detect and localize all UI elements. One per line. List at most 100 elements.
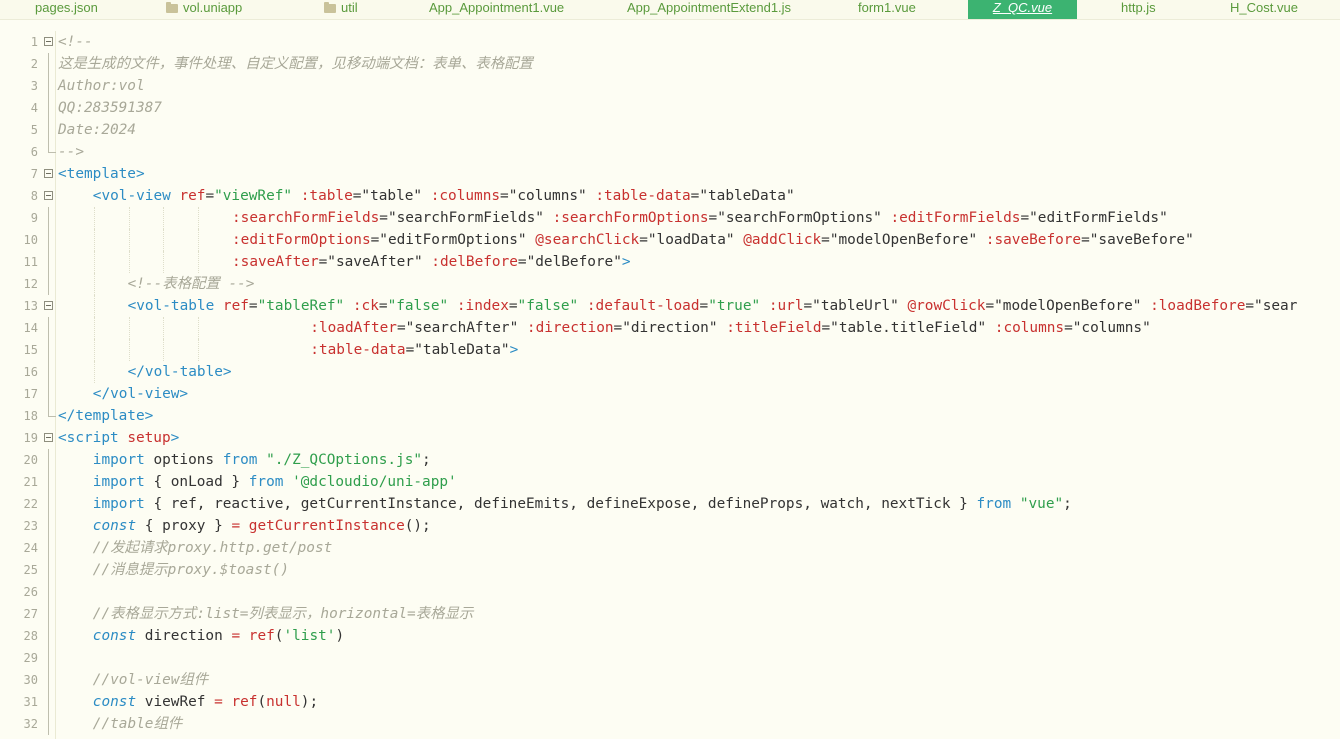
line-number: 23	[23, 519, 38, 533]
code-line[interactable]: 11:saveAfter="saveAfter" :delBefore="del…	[0, 251, 1340, 273]
code-line[interactable]: 10:editFormOptions="editFormOptions" @se…	[0, 229, 1340, 251]
code-text: <!--表格配置 -->	[128, 273, 255, 295]
code-token: ref	[231, 694, 258, 710]
line-number: 15	[23, 343, 38, 357]
fold-toggle-icon[interactable]	[44, 301, 53, 310]
tab-pages-json[interactable]: pages.json	[35, 0, 98, 19]
code-line[interactable]: 3 Author:vol	[0, 75, 1340, 97]
tab-http-js[interactable]: http.js	[1121, 0, 1156, 19]
code-line[interactable]: 20 import options from "./Z_QCOptions.js"…	[0, 449, 1340, 471]
code-token: "viewRef"	[214, 188, 293, 204]
code-token: ="searchFormFields"	[379, 210, 553, 226]
tab-z-qc-active[interactable]: Z_QC.vue	[968, 0, 1077, 19]
fold-guide	[48, 53, 49, 75]
code-line[interactable]: 13 <vol-table ref="tableRef" :ck="false" …	[0, 295, 1340, 317]
fold-guide	[48, 471, 49, 493]
code-token: >	[509, 342, 519, 358]
code-token: const	[92, 518, 137, 534]
code-token: ="table"	[352, 188, 431, 204]
code-line[interactable]: 31 const viewRef = ref(null);	[0, 691, 1340, 713]
line-number: 27	[23, 607, 38, 621]
code-token: "true"	[708, 298, 761, 314]
code-text: //发起请求proxy.http.get/post	[93, 537, 333, 559]
fold-guide	[48, 119, 49, 141]
line-number: 19	[23, 431, 38, 445]
fold-guide	[48, 603, 49, 625]
code-token: :saveBefore	[985, 232, 1082, 248]
code-token: :index	[456, 298, 509, 314]
code-line[interactable]: 21 import { onLoad } from '@dcloudio/uni-…	[0, 471, 1340, 493]
code-line[interactable]: 2 这是生成的文件，事件处理、自定义配置，见移动端文档：表单、表格配置	[0, 53, 1340, 75]
fold-toggle-icon[interactable]	[44, 433, 53, 442]
code-text: //表格显示方式:list=列表显示，horizontal=表格显示	[93, 603, 473, 625]
code-token: <script	[58, 430, 128, 446]
code-line[interactable]: 18 </template>	[0, 405, 1340, 427]
code-line[interactable]: 7 <template>	[0, 163, 1340, 185]
code-text: :saveAfter="saveAfter" :delBefore="delBe…	[232, 251, 631, 273]
code-line[interactable]: 23 const { proxy } = getCurrentInstance()…	[0, 515, 1340, 537]
line-number: 18	[23, 409, 38, 423]
code-line[interactable]: 9:searchFormFields="searchFormFields" :s…	[0, 207, 1340, 229]
code-token: "tableRef"	[257, 298, 345, 314]
tab-app-appointment1[interactable]: App_Appointment1.vue	[429, 0, 564, 19]
code-line[interactable]: 12 <!--表格配置 -->	[0, 273, 1340, 295]
code-editor[interactable]: 1 <!-- 2 这是生成的文件，事件处理、自定义配置，见移动端文档：表单、表格配置 3…	[0, 31, 1340, 739]
code-line[interactable]: 27 //表格显示方式:list=列表显示，horizontal=表格显示	[0, 603, 1340, 625]
line-number: 12	[23, 277, 38, 291]
code-text: const direction = ref('list')	[93, 625, 344, 647]
code-line[interactable]: 8 <vol-view ref="viewRef" :table="table" …	[0, 185, 1340, 207]
code-line[interactable]: 4 QQ:283591387	[0, 97, 1340, 119]
indent-guide	[163, 207, 165, 229]
code-line[interactable]: 22 import { ref, reactive, getCurrentInst…	[0, 493, 1340, 515]
indent-guide	[93, 317, 95, 339]
folder-icon	[324, 2, 336, 13]
fold-toggle-icon[interactable]	[44, 37, 53, 46]
code-token: @addClick	[743, 232, 822, 248]
tab-vol-uniapp[interactable]: vol.uniapp	[166, 0, 242, 19]
code-token: setup	[127, 430, 171, 446]
code-line[interactable]: 32 //table组件	[0, 713, 1340, 735]
line-number: 30	[23, 673, 38, 687]
tab-h-cost[interactable]: H_Cost.vue	[1230, 0, 1298, 19]
code-token: <vol-view	[92, 188, 180, 204]
code-token: ="searchAfter"	[396, 320, 527, 336]
code-line[interactable]: 16 </vol-table>	[0, 361, 1340, 383]
code-line[interactable]: 26	[0, 581, 1340, 603]
code-text: const { proxy } = getCurrentInstance();	[93, 515, 431, 537]
line-number: 31	[23, 695, 38, 709]
code-text: QQ:283591387	[58, 97, 162, 119]
code-line[interactable]: 24 //发起请求proxy.http.get/post	[0, 537, 1340, 559]
code-token: getCurrentInstance	[248, 518, 405, 534]
code-token: ="modelOpenBefore"	[821, 232, 986, 248]
code-token: ="saveAfter"	[318, 254, 432, 270]
indent-guide	[198, 339, 200, 361]
code-line[interactable]: 29	[0, 647, 1340, 669]
code-token: :editFormFields	[890, 210, 1021, 226]
code-line[interactable]: 30 //vol-view组件	[0, 669, 1340, 691]
indent-guide	[163, 339, 165, 361]
code-line[interactable]: 14:loadAfter="searchAfter" :direction="d…	[0, 317, 1340, 339]
fold-toggle-icon[interactable]	[44, 191, 53, 200]
indent-guide	[163, 229, 165, 251]
code-line[interactable]: 17 </vol-view>	[0, 383, 1340, 405]
code-line[interactable]: 28 const direction = ref('list')	[0, 625, 1340, 647]
code-line[interactable]: 25 //消息提示proxy.$toast()	[0, 559, 1340, 581]
tab-form1[interactable]: form1.vue	[858, 0, 916, 19]
indent-guide	[163, 251, 165, 273]
line-number: 5	[30, 123, 38, 137]
code-line[interactable]: 15:table-data="tableData">	[0, 339, 1340, 361]
line-number: 20	[23, 453, 38, 467]
code-token: 'list'	[283, 628, 336, 644]
tab-app-appointment-extend1[interactable]: App_AppointmentExtend1.js	[627, 0, 791, 19]
code-text: import { ref, reactive, getCurrentInstan…	[93, 493, 1072, 515]
code-line[interactable]: 1 <!--	[0, 31, 1340, 53]
code-line[interactable]: 5 Date:2024	[0, 119, 1340, 141]
code-line[interactable]: 6 -->	[0, 141, 1340, 163]
tab-util[interactable]: util	[324, 0, 358, 19]
code-token: =	[508, 298, 518, 314]
fold-guide	[48, 449, 49, 471]
code-token: viewRef	[136, 694, 215, 710]
fold-toggle-icon[interactable]	[44, 169, 53, 178]
code-line[interactable]: 19 <script setup>	[0, 427, 1340, 449]
